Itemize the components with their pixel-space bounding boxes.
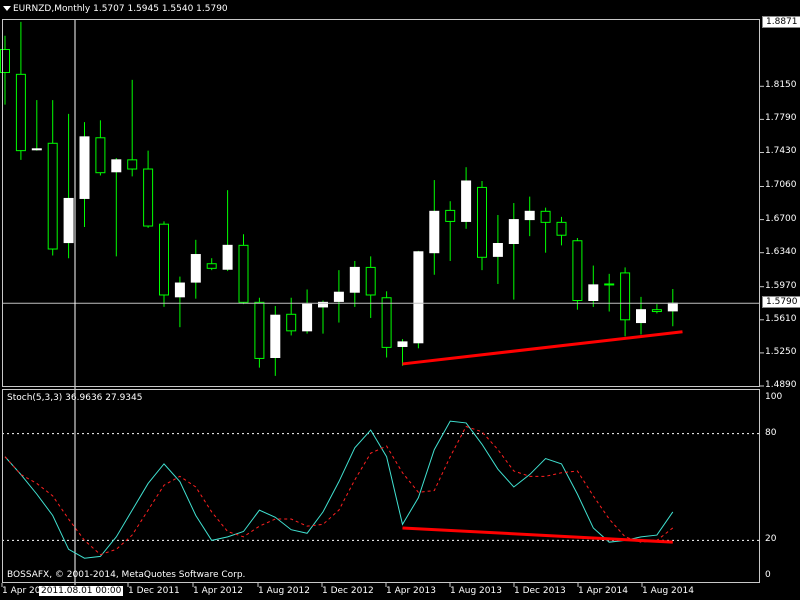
time-tick-label: 1 Aug 2014: [642, 586, 694, 596]
time-tick-label: 1 Dec 2012: [322, 586, 374, 596]
price-tick-label: 1.7060: [765, 180, 797, 191]
stoch-tick-label: 20: [765, 534, 777, 545]
stoch-header: Stoch(5,3,3) 36.9636 27.9345: [7, 393, 143, 403]
crosshair-date-label: 2011.08.01 00:00: [39, 586, 124, 596]
stoch-tick-label: 0: [765, 570, 771, 580]
time-tick-label: 1 Dec 2011: [128, 586, 180, 596]
stoch-tick-label: 80: [765, 427, 777, 438]
time-tick-label: 1 Aug 2013: [450, 586, 502, 596]
stochastic-panel[interactable]: [2, 389, 760, 583]
current-price-tag: 1.5790: [762, 296, 800, 308]
time-tick-label: 1 Apr 20: [2, 586, 41, 596]
mt4-chart-window: EURNZD,Monthly 1.5707 1.5945 1.5540 1.57…: [0, 0, 800, 600]
top-price-label: 1.8871: [762, 16, 800, 28]
time-tick-label: 1 Apr 2013: [386, 586, 436, 596]
price-tick-label: 1.5610: [765, 313, 797, 324]
price-tick-label: 1.6700: [765, 213, 797, 224]
time-tick-label: 1 Dec 2013: [514, 586, 566, 596]
main-chart-panel[interactable]: [2, 19, 760, 387]
chart-header: EURNZD,Monthly 1.5707 1.5945 1.5540 1.57…: [13, 4, 228, 14]
price-tick-label: 1.7790: [765, 113, 797, 124]
time-tick-label: 1 Apr 2012: [193, 586, 243, 596]
price-tick-label: 1.5250: [765, 346, 797, 357]
price-tick-label: 1.7430: [765, 146, 797, 157]
stoch-tick-label: 100: [765, 392, 783, 402]
price-tick-label: 1.6340: [765, 246, 797, 257]
price-tick-label: 1.4890: [765, 380, 797, 390]
chart-menu-arrow-icon[interactable]: [3, 6, 11, 11]
copyright-text: BOSSAFX, © 2001-2014, MetaQuotes Softwar…: [7, 570, 246, 580]
time-tick-label: 1 Aug 2012: [258, 586, 310, 596]
price-tick-label: 1.5970: [765, 280, 797, 291]
time-tick-label: 1 Apr 2014: [578, 586, 628, 596]
price-tick-label: 1.8150: [765, 80, 797, 91]
